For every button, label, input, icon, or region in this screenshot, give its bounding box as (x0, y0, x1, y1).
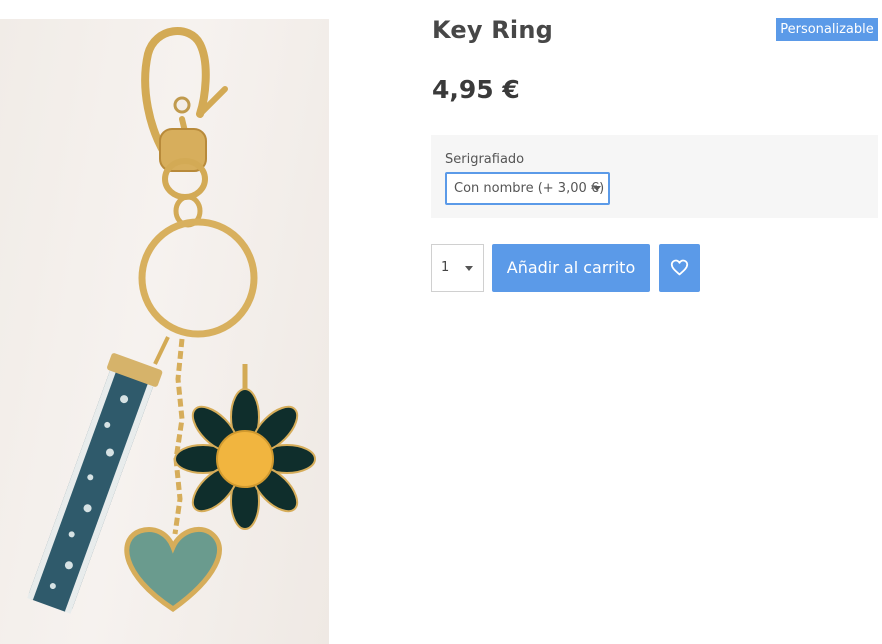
wishlist-button[interactable] (659, 244, 700, 292)
add-to-cart-button[interactable]: Añadir al carrito (492, 244, 650, 292)
product-image[interactable] (0, 19, 329, 644)
personalizable-badge: Personalizable (776, 18, 878, 41)
chevron-down-icon[interactable] (465, 266, 473, 271)
quantity-value: 1 (441, 260, 450, 275)
product-variants: Serigrafiado Con nombre (+ 3,00 €) (431, 135, 878, 218)
quantity-stepper[interactable]: 1 (431, 244, 484, 292)
variant-selected-value: Con nombre (+ 3,00 €) (454, 181, 605, 196)
product-price: 4,95 € (432, 75, 520, 104)
daisy-charm (174, 364, 316, 530)
variant-label: Serigrafiado (445, 152, 525, 167)
product-title: Key Ring (432, 16, 554, 44)
chevron-down-icon (593, 186, 601, 191)
variant-select[interactable]: Con nombre (+ 3,00 €) (445, 172, 610, 205)
heart-icon (670, 259, 689, 276)
